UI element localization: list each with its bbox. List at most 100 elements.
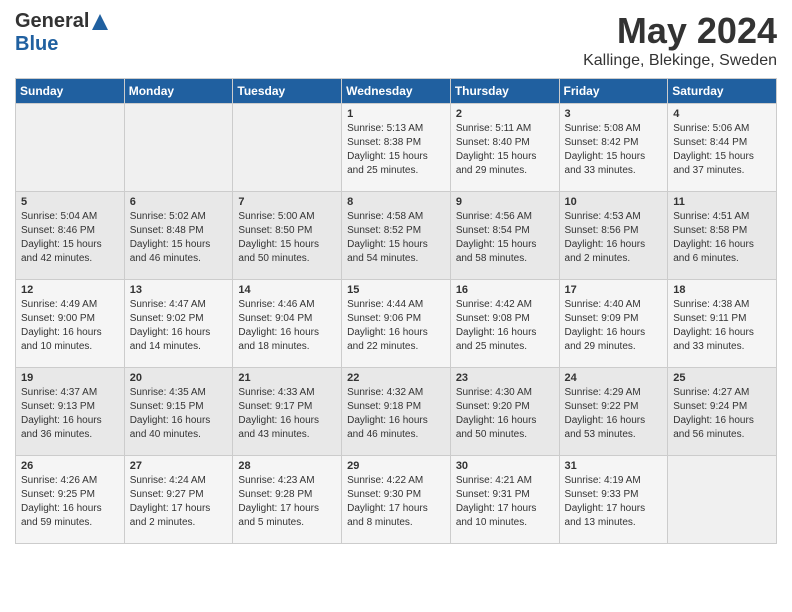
day-info: Sunrise: 4:24 AM Sunset: 9:27 PM Dayligh… <box>130 474 228 530</box>
calendar-cell: 1Sunrise: 5:13 AM Sunset: 8:38 PM Daylig… <box>342 104 451 192</box>
calendar-cell: 30Sunrise: 4:21 AM Sunset: 9:31 PM Dayli… <box>450 456 559 544</box>
day-info: Sunrise: 4:32 AM Sunset: 9:18 PM Dayligh… <box>347 386 445 442</box>
day-number: 15 <box>347 284 445 296</box>
day-number: 24 <box>565 372 663 384</box>
day-info: Sunrise: 5:06 AM Sunset: 8:44 PM Dayligh… <box>673 122 771 178</box>
day-info: Sunrise: 4:22 AM Sunset: 9:30 PM Dayligh… <box>347 474 445 530</box>
day-number: 12 <box>21 284 119 296</box>
logo-general: General <box>15 10 89 32</box>
day-number: 19 <box>21 372 119 384</box>
logo-icon <box>90 12 110 32</box>
calendar-cell: 15Sunrise: 4:44 AM Sunset: 9:06 PM Dayli… <box>342 280 451 368</box>
calendar-cell: 16 Sunrise: 4:42 AM Sunset: 9:08 PM Dayli… <box>450 280 559 368</box>
calendar-cell: 18 Sunrise: 4:38 AM Sunset: 9:11 PM Dayli… <box>668 280 777 368</box>
calendar-week-5: 26 Sunrise: 4:26 AM Sunset: 9:25 PM Dayli… <box>16 456 777 544</box>
calendar-week-2: 5Sunrise: 5:04 AM Sunset: 8:46 PM Daylig… <box>16 192 777 280</box>
day-info: Sunrise: 4:51 AM Sunset: 8:58 PM Dayligh… <box>673 210 771 266</box>
day-number: 2 <box>456 108 554 120</box>
day-number: 17 <box>565 284 663 296</box>
day-info: Sunrise: 4:42 AM Sunset: 9:08 PM Dayligh… <box>456 298 554 354</box>
day-number: 23 <box>456 372 554 384</box>
calendar-week-4: 19 Sunrise: 4:37 AM Sunset: 9:13 PM Dayli… <box>16 368 777 456</box>
day-info: Sunrise: 5:04 AM Sunset: 8:46 PM Dayligh… <box>21 210 119 266</box>
header-row: Sunday Monday Tuesday Wednesday Thursday… <box>16 79 777 104</box>
calendar-cell: 9Sunrise: 4:56 AM Sunset: 8:54 PM Daylig… <box>450 192 559 280</box>
col-saturday: Saturday <box>668 79 777 104</box>
day-number: 28 <box>238 460 336 472</box>
calendar-cell: 17 Sunrise: 4:40 AM Sunset: 9:09 PM Dayli… <box>559 280 668 368</box>
calendar-cell <box>668 456 777 544</box>
day-info: Sunrise: 4:29 AM Sunset: 9:22 PM Dayligh… <box>565 386 663 442</box>
day-info: Sunrise: 4:53 AM Sunset: 8:56 PM Dayligh… <box>565 210 663 266</box>
day-info: Sunrise: 4:23 AM Sunset: 9:28 PM Dayligh… <box>238 474 336 530</box>
calendar-cell: 7 Sunrise: 5:00 AM Sunset: 8:50 PM Daylig… <box>233 192 342 280</box>
logo: General Blue <box>15 10 111 56</box>
day-info: Sunrise: 4:49 AM Sunset: 9:00 PM Dayligh… <box>21 298 119 354</box>
calendar-cell: 10 Sunrise: 4:53 AM Sunset: 8:56 PM Dayli… <box>559 192 668 280</box>
day-number: 10 <box>565 196 663 208</box>
day-number: 25 <box>673 372 771 384</box>
location: Kallinge, Blekinge, Sweden <box>583 52 777 70</box>
calendar-cell: 24 Sunrise: 4:29 AM Sunset: 9:22 PM Dayli… <box>559 368 668 456</box>
day-number: 22 <box>347 372 445 384</box>
day-info: Sunrise: 5:02 AM Sunset: 8:48 PM Dayligh… <box>130 210 228 266</box>
calendar-cell: 14 Sunrise: 4:46 AM Sunset: 9:04 PM Dayli… <box>233 280 342 368</box>
day-number: 11 <box>673 196 771 208</box>
day-number: 7 <box>238 196 336 208</box>
calendar-cell: 5Sunrise: 5:04 AM Sunset: 8:46 PM Daylig… <box>16 192 125 280</box>
calendar-week-3: 12 Sunrise: 4:49 AM Sunset: 9:00 PM Dayli… <box>16 280 777 368</box>
day-info: Sunrise: 4:19 AM Sunset: 9:33 PM Dayligh… <box>565 474 663 530</box>
col-thursday: Thursday <box>450 79 559 104</box>
calendar-cell <box>233 104 342 192</box>
day-number: 21 <box>238 372 336 384</box>
calendar-cell: 26 Sunrise: 4:26 AM Sunset: 9:25 PM Dayli… <box>16 456 125 544</box>
day-info: Sunrise: 4:37 AM Sunset: 9:13 PM Dayligh… <box>21 386 119 442</box>
calendar-cell: 22 Sunrise: 4:32 AM Sunset: 9:18 PM Dayli… <box>342 368 451 456</box>
col-tuesday: Tuesday <box>233 79 342 104</box>
day-number: 30 <box>456 460 554 472</box>
calendar-cell: 13Sunrise: 4:47 AM Sunset: 9:02 PM Dayli… <box>124 280 233 368</box>
day-info: Sunrise: 4:56 AM Sunset: 8:54 PM Dayligh… <box>456 210 554 266</box>
header: General Blue May 2024 Kallinge, Blekinge… <box>15 10 777 70</box>
day-number: 20 <box>130 372 228 384</box>
calendar-cell: 27Sunrise: 4:24 AM Sunset: 9:27 PM Dayli… <box>124 456 233 544</box>
day-number: 18 <box>673 284 771 296</box>
calendar-cell: 6 Sunrise: 5:02 AM Sunset: 8:48 PM Daylig… <box>124 192 233 280</box>
day-number: 8 <box>347 196 445 208</box>
day-info: Sunrise: 5:00 AM Sunset: 8:50 PM Dayligh… <box>238 210 336 266</box>
day-number: 4 <box>673 108 771 120</box>
calendar-cell: 11 Sunrise: 4:51 AM Sunset: 8:58 PM Dayli… <box>668 192 777 280</box>
day-info: Sunrise: 4:46 AM Sunset: 9:04 PM Dayligh… <box>238 298 336 354</box>
day-info: Sunrise: 4:40 AM Sunset: 9:09 PM Dayligh… <box>565 298 663 354</box>
day-number: 6 <box>130 196 228 208</box>
calendar-table: Sunday Monday Tuesday Wednesday Thursday… <box>15 78 777 544</box>
col-wednesday: Wednesday <box>342 79 451 104</box>
month-title: May 2024 <box>583 10 777 52</box>
title-block: May 2024 Kallinge, Blekinge, Sweden <box>583 10 777 70</box>
page: General Blue May 2024 Kallinge, Blekinge… <box>0 0 792 554</box>
col-friday: Friday <box>559 79 668 104</box>
day-number: 3 <box>565 108 663 120</box>
calendar-cell: 8 Sunrise: 4:58 AM Sunset: 8:52 PM Daylig… <box>342 192 451 280</box>
day-info: Sunrise: 4:38 AM Sunset: 9:11 PM Dayligh… <box>673 298 771 354</box>
calendar-cell <box>124 104 233 192</box>
calendar-cell: 31Sunrise: 4:19 AM Sunset: 9:33 PM Dayli… <box>559 456 668 544</box>
logo-blue: Blue <box>15 33 111 56</box>
calendar-week-1: 1Sunrise: 5:13 AM Sunset: 8:38 PM Daylig… <box>16 104 777 192</box>
day-info: Sunrise: 4:27 AM Sunset: 9:24 PM Dayligh… <box>673 386 771 442</box>
day-number: 13 <box>130 284 228 296</box>
day-number: 1 <box>347 108 445 120</box>
day-info: Sunrise: 5:11 AM Sunset: 8:40 PM Dayligh… <box>456 122 554 178</box>
day-info: Sunrise: 4:58 AM Sunset: 8:52 PM Dayligh… <box>347 210 445 266</box>
day-info: Sunrise: 4:30 AM Sunset: 9:20 PM Dayligh… <box>456 386 554 442</box>
calendar-cell: 12 Sunrise: 4:49 AM Sunset: 9:00 PM Dayli… <box>16 280 125 368</box>
day-number: 26 <box>21 460 119 472</box>
day-info: Sunrise: 4:35 AM Sunset: 9:15 PM Dayligh… <box>130 386 228 442</box>
calendar-cell: 21Sunrise: 4:33 AM Sunset: 9:17 PM Dayli… <box>233 368 342 456</box>
calendar-cell: 2 Sunrise: 5:11 AM Sunset: 8:40 PM Daylig… <box>450 104 559 192</box>
day-number: 29 <box>347 460 445 472</box>
day-number: 14 <box>238 284 336 296</box>
day-number: 16 <box>456 284 554 296</box>
calendar-cell: 28 Sunrise: 4:23 AM Sunset: 9:28 PM Dayli… <box>233 456 342 544</box>
day-info: Sunrise: 4:26 AM Sunset: 9:25 PM Dayligh… <box>21 474 119 530</box>
